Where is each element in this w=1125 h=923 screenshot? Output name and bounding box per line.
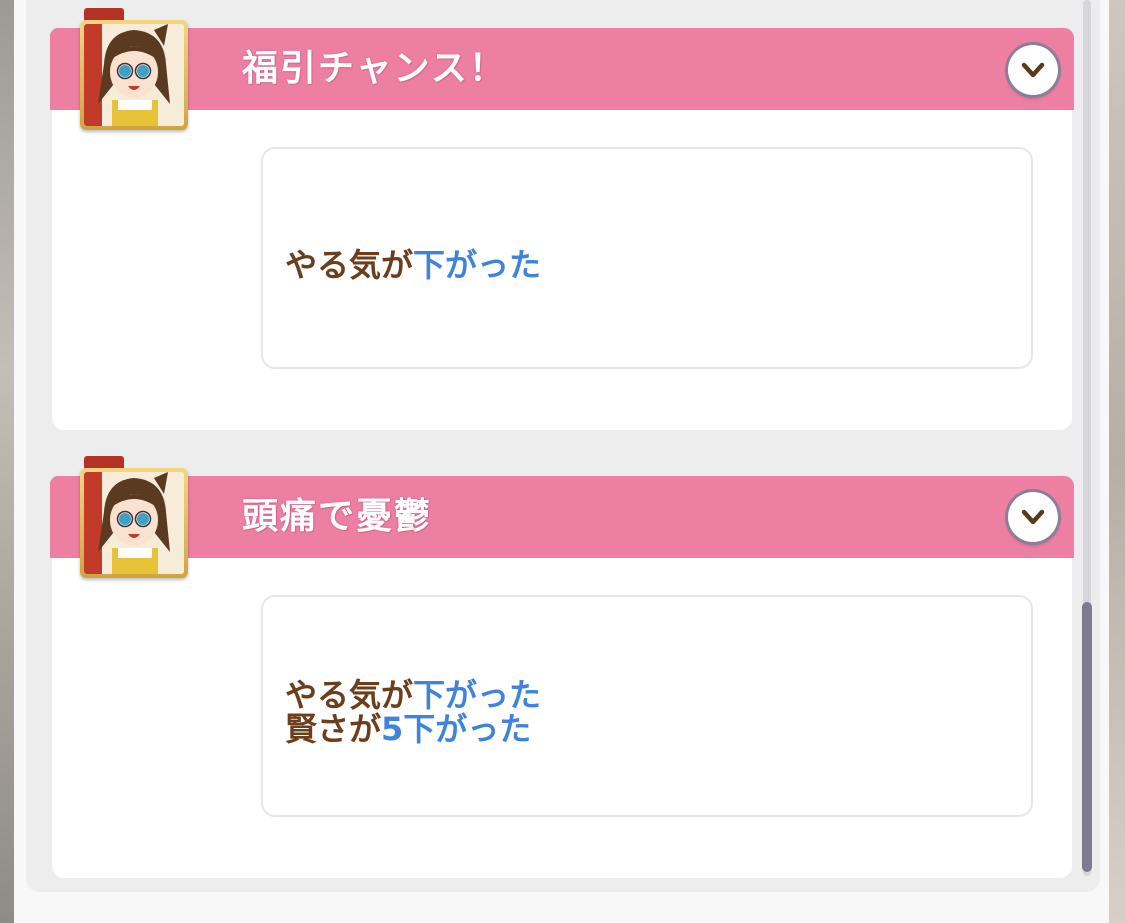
background-right-edge	[1109, 0, 1125, 923]
effect-line: 賢さが5下がった	[285, 704, 531, 750]
character-avatar	[80, 468, 188, 578]
character-portrait-icon	[84, 472, 184, 574]
effect-label: やる気が	[285, 246, 414, 284]
effect-line: やる気が下がった	[285, 240, 541, 286]
event-title: 頭痛で憂鬱	[242, 496, 433, 537]
background-left-edge	[0, 0, 14, 923]
chevron-down-icon	[1021, 62, 1045, 78]
event-header[interactable]	[50, 28, 1074, 110]
effect-value: 下がった	[413, 246, 542, 284]
character-portrait-icon	[84, 24, 184, 126]
event-title: 福引チャンス！	[242, 48, 507, 89]
scrollbar-thumb[interactable]	[1082, 602, 1092, 872]
expand-button[interactable]	[1008, 492, 1058, 542]
effect-value: 5下がった	[381, 710, 532, 748]
chevron-down-icon	[1021, 509, 1045, 525]
event-header[interactable]	[50, 476, 1074, 558]
character-avatar	[80, 20, 188, 130]
effect-label: 賢さが	[285, 710, 382, 748]
expand-button[interactable]	[1008, 45, 1058, 95]
